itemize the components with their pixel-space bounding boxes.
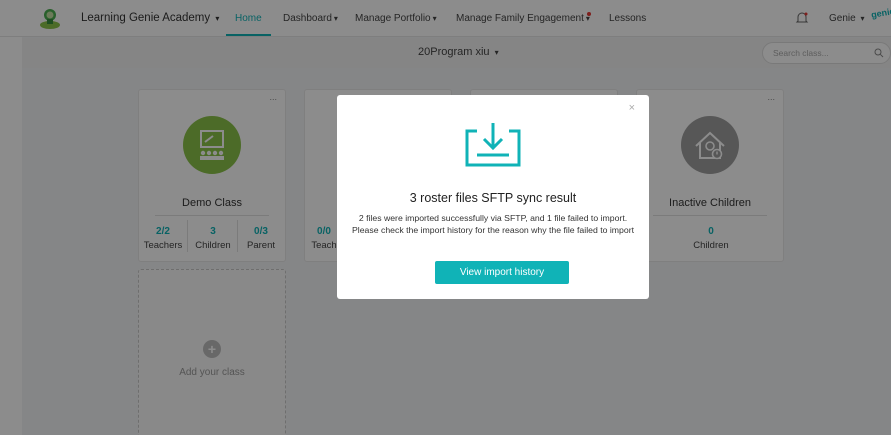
dialog-title: 3 roster files SFTP sync result <box>409 191 577 205</box>
close-icon[interactable]: × <box>629 102 635 114</box>
sftp-sync-result-dialog: × 3 roster files SFTP sync result 2 file… <box>337 95 649 299</box>
view-import-history-button[interactable]: View import history <box>435 261 569 284</box>
dialog-message: 2 files were imported successfully via S… <box>352 213 634 235</box>
download-tray-icon <box>465 123 521 167</box>
